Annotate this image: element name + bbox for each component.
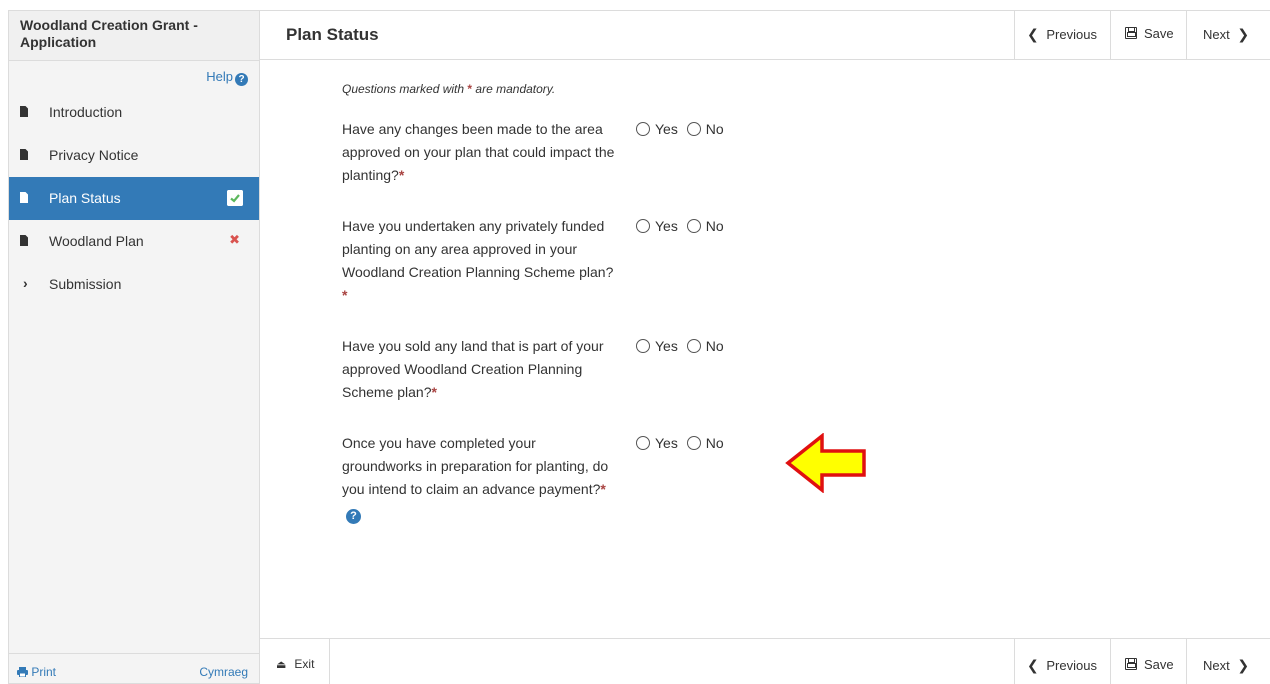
- radio-yes[interactable]: [636, 436, 650, 450]
- print-link[interactable]: Print: [17, 665, 56, 679]
- highlight-arrow-icon: [785, 433, 866, 493]
- sidebar-item-label: Woodland Plan: [49, 233, 144, 249]
- question-advance-payment: Once you have completed your groundworks…: [342, 432, 617, 524]
- error-x-icon: ✖: [229, 232, 240, 247]
- save-label: Save: [1144, 657, 1174, 672]
- sidebar-item-label: Introduction: [49, 104, 123, 120]
- header: Plan Status ❮ Previous Save Next ❯: [260, 10, 1270, 60]
- sidebar-item-label: Plan Status: [49, 190, 121, 206]
- mandatory-note: Questions marked with * are mandatory.: [342, 82, 555, 96]
- sidebar-item-woodland-plan[interactable]: Woodland Plan ✖: [9, 220, 259, 263]
- chevron-right-icon: ❯: [1237, 26, 1250, 42]
- radio-no[interactable]: [686, 436, 701, 450]
- language-link[interactable]: Cymraeg: [199, 665, 248, 679]
- floppy-disk-icon: [1125, 27, 1137, 39]
- previous-label: Previous: [1046, 658, 1097, 673]
- required-star: *: [342, 287, 348, 303]
- question-circle-icon[interactable]: ?: [346, 509, 361, 524]
- sidebar-item-label: Submission: [49, 276, 122, 292]
- document-icon: [20, 235, 28, 246]
- previous-button[interactable]: ❮ Previous: [1014, 11, 1110, 59]
- check-icon: [227, 190, 243, 206]
- question-text: Have any changes been made to the area a…: [342, 121, 615, 183]
- radio-no[interactable]: [686, 122, 701, 136]
- radio-yes-label[interactable]: Yes: [655, 121, 678, 137]
- chevron-left-icon: ❮: [1027, 657, 1039, 673]
- radio-no[interactable]: [686, 219, 701, 233]
- print-icon: [17, 667, 28, 678]
- mandatory-note-text: Questions marked with: [342, 82, 465, 96]
- next-label: Next: [1203, 27, 1230, 42]
- chevron-left-icon: ❮: [1027, 26, 1039, 42]
- next-label: Next: [1203, 658, 1230, 673]
- radio-yes-label[interactable]: Yes: [655, 338, 678, 354]
- question-changes-to-area: Have any changes been made to the area a…: [342, 118, 617, 187]
- chevron-right-icon: ›: [23, 275, 28, 291]
- question-text: Once you have completed your groundworks…: [342, 435, 609, 497]
- sidebar: Woodland Creation Grant - Application He…: [8, 10, 260, 684]
- question-2-options: Yes No: [636, 218, 729, 234]
- next-button[interactable]: Next ❯: [1186, 11, 1270, 59]
- document-icon: [20, 106, 28, 117]
- required-star: *: [600, 481, 606, 497]
- eject-icon: ⏏: [276, 659, 287, 671]
- question-circle-icon: ?: [235, 73, 248, 86]
- radio-yes[interactable]: [636, 122, 650, 136]
- document-icon: [20, 192, 28, 203]
- radio-yes[interactable]: [636, 219, 650, 233]
- radio-no-label[interactable]: No: [706, 218, 724, 234]
- question-text: Have you undertaken any privately funded…: [342, 218, 614, 280]
- required-star: *: [398, 167, 405, 183]
- sidebar-item-submission[interactable]: › Submission: [9, 263, 259, 306]
- main-content: Questions marked with * are mandatory. H…: [260, 60, 1270, 638]
- previous-label: Previous: [1046, 27, 1097, 42]
- radio-no-label[interactable]: No: [706, 338, 724, 354]
- required-star: *: [431, 384, 437, 400]
- radio-yes-label[interactable]: Yes: [655, 218, 678, 234]
- question-sold-land: Have you sold any land that is part of y…: [342, 335, 617, 404]
- radio-no[interactable]: [686, 339, 701, 353]
- chevron-right-icon: ❯: [1237, 657, 1250, 673]
- footer-next-button[interactable]: Next ❯: [1186, 639, 1270, 684]
- exit-label: Exit: [294, 657, 315, 671]
- mandatory-note-text-end: are mandatory.: [475, 82, 556, 96]
- page-title: Plan Status: [286, 25, 379, 44]
- sidebar-item-privacy-notice[interactable]: Privacy Notice: [9, 134, 259, 177]
- save-button[interactable]: Save: [1110, 11, 1186, 59]
- help-link[interactable]: Help?: [9, 61, 259, 91]
- print-label: Print: [31, 665, 57, 679]
- radio-no-label[interactable]: No: [706, 121, 724, 137]
- radio-yes-label[interactable]: Yes: [655, 435, 678, 451]
- footer-previous-button[interactable]: ❮ Previous: [1014, 639, 1110, 684]
- question-4-options: Yes No: [636, 435, 729, 451]
- question-1-options: Yes No: [636, 121, 729, 137]
- question-text: Have you sold any land that is part of y…: [342, 338, 604, 400]
- sidebar-item-plan-status[interactable]: Plan Status: [9, 177, 259, 220]
- floppy-disk-icon: [1125, 658, 1137, 670]
- radio-no-label[interactable]: No: [706, 435, 724, 451]
- footer-bar: ⏏ Exit ❮ Previous Save Next ❯: [260, 638, 1270, 684]
- save-label: Save: [1144, 26, 1174, 41]
- footer-save-button[interactable]: Save: [1110, 639, 1186, 684]
- mandatory-star: *: [467, 82, 473, 96]
- sidebar-footer: Print Cymraeg: [9, 653, 259, 683]
- radio-yes[interactable]: [636, 339, 650, 353]
- app-title: Woodland Creation Grant - Application: [9, 11, 259, 61]
- document-icon: [20, 149, 28, 160]
- help-label: Help: [206, 69, 233, 84]
- question-3-options: Yes No: [636, 338, 729, 354]
- question-private-planting: Have you undertaken any privately funded…: [342, 215, 617, 307]
- sidebar-item-label: Privacy Notice: [49, 147, 139, 163]
- exit-button[interactable]: ⏏ Exit: [260, 639, 330, 684]
- sidebar-item-introduction[interactable]: Introduction: [9, 91, 259, 134]
